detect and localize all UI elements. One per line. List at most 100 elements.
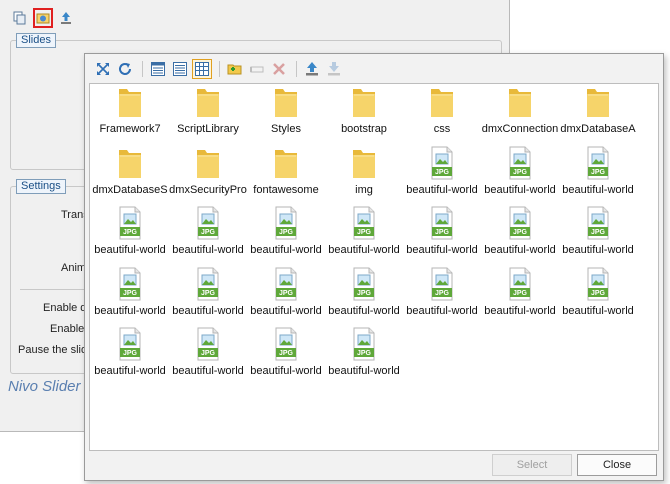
- jpg-badge-text: JPG: [123, 350, 138, 357]
- file-name: beautiful-world: [484, 183, 556, 196]
- folder-item[interactable]: dmxDatabaseA: [559, 84, 637, 142]
- folder-item[interactable]: dmxDatabaseS: [91, 145, 169, 203]
- file-item[interactable]: JPG beautiful-world: [403, 266, 481, 324]
- jpg-badge-text: JPG: [357, 350, 372, 357]
- jpg-badge-text: JPG: [357, 229, 372, 236]
- folder-item[interactable]: ScriptLibrary: [169, 84, 247, 142]
- folder-item[interactable]: dmxConnection: [481, 84, 559, 142]
- file-name: img: [355, 183, 373, 196]
- file-item[interactable]: JPG beautiful-world: [91, 266, 169, 324]
- jpg-badge-text: JPG: [279, 229, 294, 236]
- file-item[interactable]: JPG beautiful-world: [169, 326, 247, 384]
- animation-label: Anim: [61, 262, 87, 274]
- expand-icon[interactable]: [93, 59, 113, 79]
- settings-title: Settings: [16, 179, 66, 194]
- list-view-icon[interactable]: [148, 59, 168, 79]
- file-item[interactable]: JPG beautiful-world: [91, 326, 169, 384]
- file-item[interactable]: JPG beautiful-world: [247, 205, 325, 263]
- jpg-badge-text: JPG: [513, 229, 528, 236]
- file-item[interactable]: JPG beautiful-world: [559, 266, 637, 324]
- file-item[interactable]: JPG beautiful-world: [481, 266, 559, 324]
- jpg-file-icon: JPG: [117, 327, 143, 361]
- toolbar-separator: [296, 61, 297, 77]
- folder-icon: [117, 85, 143, 119]
- browser-toolbar: [93, 59, 346, 79]
- jpg-file-icon: JPG: [429, 206, 455, 240]
- file-item[interactable]: JPG beautiful-world: [247, 326, 325, 384]
- file-item[interactable]: JPG beautiful-world: [325, 266, 403, 324]
- jpg-file-icon: JPG: [273, 206, 299, 240]
- file-item[interactable]: JPG beautiful-world: [91, 205, 169, 263]
- upload-icon[interactable]: [302, 59, 322, 79]
- jpg-file-icon: JPG: [195, 327, 221, 361]
- jpg-badge-text: JPG: [513, 290, 528, 297]
- folder-item[interactable]: img: [325, 145, 403, 203]
- file-item[interactable]: JPG beautiful-world: [403, 145, 481, 203]
- jpg-file-icon: JPG: [117, 267, 143, 301]
- file-item[interactable]: JPG beautiful-world: [559, 205, 637, 263]
- thumbnail-view-icon[interactable]: [192, 59, 212, 79]
- jpg-file-icon: JPG: [117, 206, 143, 240]
- file-name: beautiful-world: [172, 304, 244, 317]
- jpg-badge-text: JPG: [123, 290, 138, 297]
- toolbar-separator: [142, 61, 143, 77]
- file-item[interactable]: JPG beautiful-world: [481, 205, 559, 263]
- new-folder-icon[interactable]: [225, 59, 245, 79]
- jpg-badge-text: JPG: [435, 290, 450, 297]
- folder-item[interactable]: Styles: [247, 84, 325, 142]
- jpg-file-icon: JPG: [195, 267, 221, 301]
- folder-item[interactable]: Framework7: [91, 84, 169, 142]
- folder-item[interactable]: fontawesome: [247, 145, 325, 203]
- file-name: beautiful-world: [328, 304, 400, 317]
- file-name: Styles: [271, 123, 301, 135]
- jpg-file-icon: JPG: [429, 146, 455, 180]
- nivo-slider-title: Nivo Slider: [8, 378, 81, 395]
- file-item[interactable]: JPG beautiful-world: [481, 145, 559, 203]
- file-item[interactable]: JPG beautiful-world: [247, 266, 325, 324]
- file-name: beautiful-world: [328, 244, 400, 256]
- folder-icon: [117, 146, 143, 180]
- file-browser-window: Framework7 ScriptLibrary Styles bootstrap cs…: [84, 53, 664, 481]
- details-view-icon[interactable]: [170, 59, 190, 79]
- jpg-badge-text: JPG: [357, 290, 372, 297]
- file-name: bootstrap: [341, 123, 387, 135]
- delete-icon[interactable]: [269, 59, 289, 79]
- upload-icon[interactable]: [56, 8, 76, 28]
- file-item[interactable]: JPG beautiful-world: [169, 266, 247, 324]
- folder-item[interactable]: dmxSecurityPro: [169, 145, 247, 203]
- file-name: dmxSecurityPro: [169, 183, 247, 196]
- file-item[interactable]: JPG beautiful-world: [325, 205, 403, 263]
- jpg-file-icon: JPG: [585, 267, 611, 301]
- file-item[interactable]: JPG beautiful-world: [169, 205, 247, 263]
- file-name: beautiful-world: [328, 365, 400, 377]
- copy-icon[interactable]: [10, 8, 30, 28]
- select-button[interactable]: Select: [492, 454, 572, 476]
- toolbar-separator: [219, 61, 220, 77]
- folder-item[interactable]: css: [403, 84, 481, 142]
- refresh-icon[interactable]: [115, 59, 135, 79]
- jpg-file-icon: JPG: [195, 206, 221, 240]
- bg-toolbar: [10, 8, 76, 30]
- jpg-file-icon: JPG: [351, 327, 377, 361]
- jpg-badge-text: JPG: [201, 229, 216, 236]
- file-item[interactable]: JPG beautiful-world: [403, 205, 481, 263]
- close-button[interactable]: Close: [577, 454, 657, 476]
- file-name: dmxDatabaseS: [92, 183, 168, 196]
- file-name: beautiful-world: [94, 244, 166, 256]
- folder-item[interactable]: bootstrap: [325, 84, 403, 142]
- file-name: beautiful-world: [406, 244, 478, 256]
- file-name: beautiful-world: [562, 304, 634, 317]
- file-item[interactable]: JPG beautiful-world: [559, 145, 637, 203]
- rename-icon[interactable]: [247, 59, 267, 79]
- file-item[interactable]: JPG beautiful-world: [325, 326, 403, 384]
- image-browse-icon[interactable]: [33, 8, 53, 28]
- jpg-badge-text: JPG: [201, 290, 216, 297]
- download-icon[interactable]: [324, 59, 344, 79]
- jpg-file-icon: JPG: [507, 206, 533, 240]
- jpg-file-icon: JPG: [585, 146, 611, 180]
- enable-label-2: Enable: [50, 323, 85, 335]
- file-name: beautiful-world: [562, 183, 634, 196]
- file-name: dmxDatabaseA: [560, 123, 636, 135]
- file-name: beautiful-world: [484, 244, 556, 256]
- file-name: beautiful-world: [250, 244, 322, 256]
